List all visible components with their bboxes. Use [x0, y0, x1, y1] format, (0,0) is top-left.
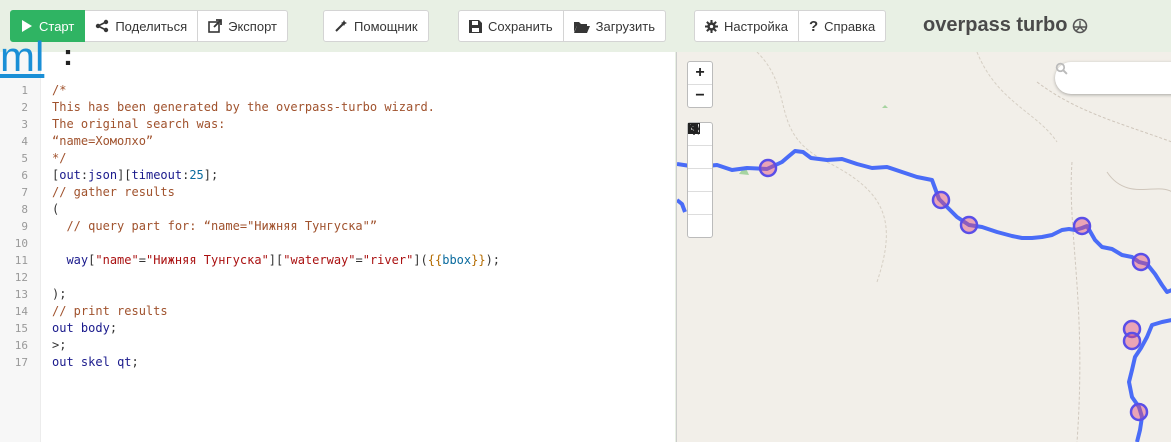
line-number: 8: [21, 203, 28, 216]
share-button[interactable]: Поделиться: [85, 10, 199, 42]
river-line[interactable]: [677, 198, 687, 213]
run-label: Старт: [39, 18, 75, 34]
line-number: 13: [14, 288, 28, 301]
folder-open-icon: [573, 20, 590, 33]
export-icon: [208, 19, 223, 33]
code-line[interactable]: /*: [52, 82, 66, 99]
toggle-data-button[interactable]: [688, 123, 712, 237]
overlay-colon: :: [63, 39, 73, 72]
map-canvas: [677, 52, 1171, 442]
floppy-disk-icon: [469, 19, 482, 33]
map-marker[interactable]: [1131, 252, 1151, 272]
save-load-group: Сохранить Загрузить: [458, 10, 666, 42]
gear-icon: [705, 19, 718, 33]
locate-button[interactable]: [688, 123, 712, 168]
code-line[interactable]: >;: [52, 337, 66, 354]
help-label: Справка: [824, 18, 876, 34]
line-number: 7: [21, 186, 28, 199]
load-label: Загрузить: [595, 18, 655, 34]
run-share-export-group: Старт Поделиться Экспорт: [10, 10, 288, 42]
code-line[interactable]: // gather results: [52, 184, 175, 201]
code-line[interactable]: (: [52, 201, 59, 218]
code-line[interactable]: );: [52, 286, 66, 303]
load-button[interactable]: Загрузить: [563, 10, 666, 42]
code-line[interactable]: way["name"="Нижняя Тунгуска"]["waterway"…: [52, 252, 500, 269]
marker-layer: [758, 158, 1151, 422]
code-line[interactable]: // print results: [52, 303, 168, 320]
line-number: 9: [21, 220, 28, 233]
save-label: Сохранить: [488, 18, 553, 34]
line-number: 3: [21, 118, 28, 131]
export-button[interactable]: Экспорт: [198, 10, 288, 42]
map-marker[interactable]: [758, 158, 778, 178]
line-number: 14: [14, 305, 28, 318]
code-line[interactable]: out skel qt;: [52, 354, 139, 371]
export-label: Экспорт: [228, 18, 277, 34]
brand-title: overpass turbo: [923, 14, 1088, 37]
map-marker[interactable]: [1072, 216, 1092, 236]
settings-label: Настройка: [724, 18, 788, 34]
line-number: 4: [21, 135, 28, 148]
wizard-group: Помощник: [323, 10, 429, 42]
map-marker[interactable]: [1122, 331, 1142, 351]
settings-button[interactable]: Настройка: [694, 10, 799, 42]
map-search-input[interactable]: [1055, 62, 1171, 94]
zoom-out-button[interactable]: −: [688, 84, 712, 107]
code-line[interactable]: */: [52, 150, 66, 167]
line-number-gutter: 1 2 3 4 5 6 7 8 9 10 11 12 13 14 15 16 17: [0, 52, 41, 442]
code-editor[interactable]: 1 2 3 4 5 6 7 8 9 10 11 12 13 14 15 16 17 /* This has bee…: [0, 52, 675, 442]
river-line[interactable]: [677, 149, 1171, 294]
line-number: 6: [21, 169, 28, 182]
map-tools-control: [687, 122, 713, 238]
code-line[interactable]: [out:json][timeout:25];: [52, 167, 218, 184]
wizard-button[interactable]: Помощник: [323, 10, 429, 42]
line-number: 11: [14, 254, 28, 267]
zoom-control: + −: [687, 61, 713, 108]
fit-data-button[interactable]: [688, 123, 712, 191]
previous-view-button[interactable]: [688, 123, 712, 214]
line-number: 17: [14, 356, 28, 369]
code-line[interactable]: out body;: [52, 320, 117, 337]
line-number: 16: [14, 339, 28, 352]
save-button[interactable]: Сохранить: [458, 10, 564, 42]
line-number: 10: [14, 237, 28, 250]
map-marker[interactable]: [931, 190, 951, 210]
zoom-in-button[interactable]: +: [688, 62, 712, 84]
play-icon: [21, 20, 33, 32]
overlay-link-fragment[interactable]: ml: [0, 36, 44, 78]
line-number: 15: [14, 322, 28, 335]
line-number: 5: [21, 152, 28, 165]
share-label: Поделиться: [115, 18, 188, 34]
river-layer: [677, 149, 1171, 442]
code-line[interactable]: “name=Хомолхо”: [52, 133, 153, 150]
brand-title-text: overpass turbo: [923, 14, 1068, 36]
wizard-label: Помощник: [354, 18, 418, 34]
toolbar: Старт Поделиться Экспорт Помощник Сохран…: [0, 0, 1171, 52]
line-number: 2: [21, 101, 28, 114]
logo-icon: [1072, 18, 1088, 34]
code-line[interactable]: The original search was:: [52, 116, 225, 133]
share-icon: [95, 19, 109, 33]
map-marker[interactable]: [959, 215, 979, 235]
question-icon: ?: [809, 17, 819, 35]
line-number: 1: [21, 84, 28, 97]
help-button[interactable]: ? Справка: [799, 10, 887, 42]
magic-wand-icon: [334, 19, 348, 33]
code-line[interactable]: This has been generated by the overpass-…: [52, 99, 435, 116]
settings-help-group: Настройка ? Справка: [694, 10, 887, 42]
code-line[interactable]: // query part for: “name="Нижняя Тунгуск…: [52, 218, 377, 235]
map-view[interactable]: + −: [676, 52, 1171, 442]
line-number: 12: [14, 271, 28, 284]
map-marker[interactable]: [1129, 402, 1149, 422]
